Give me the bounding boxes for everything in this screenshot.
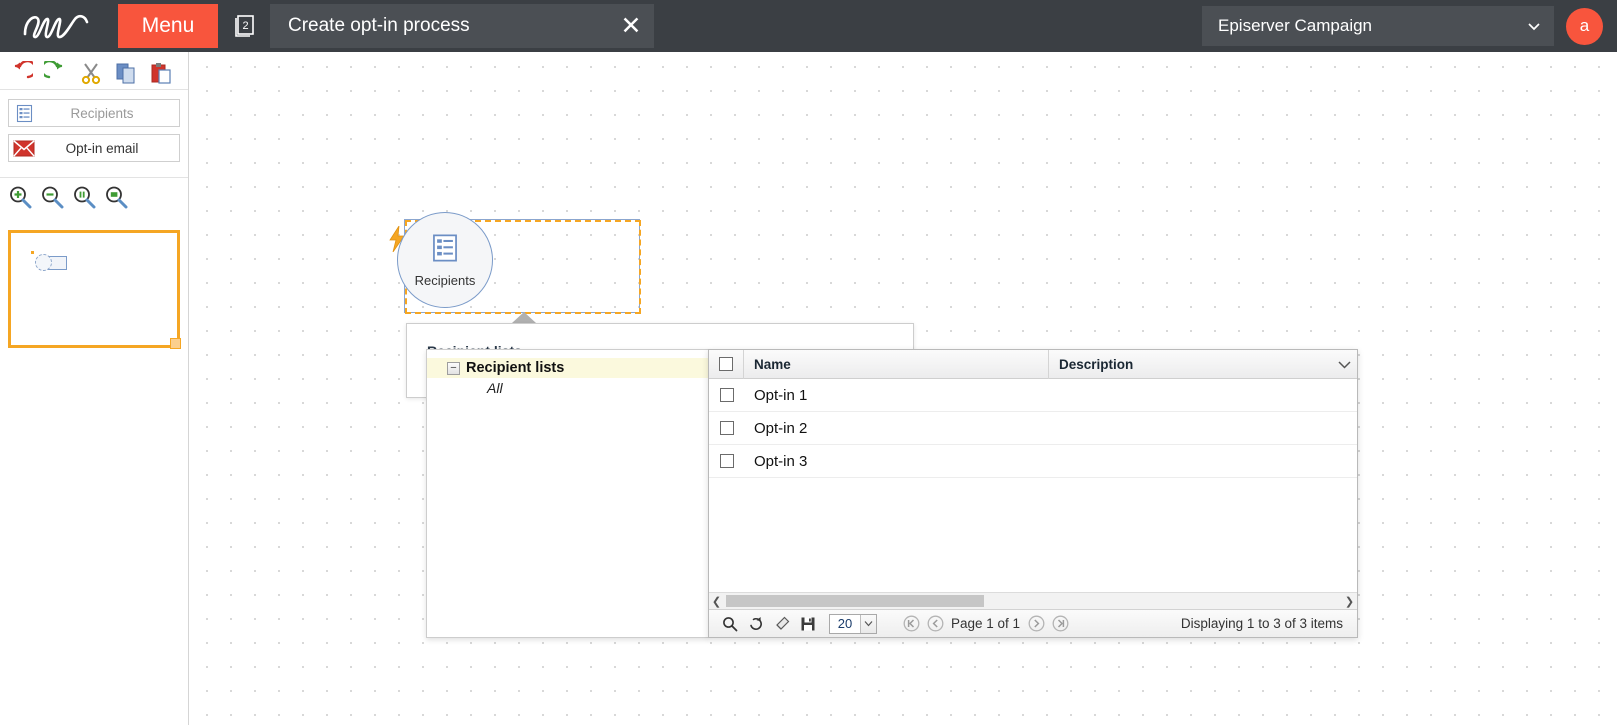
horizontal-scrollbar[interactable]: ❮ ❯ (709, 592, 1357, 609)
tree-node-recipient-lists[interactable]: − Recipient lists (427, 358, 708, 378)
cell-name: Opt-in 1 (754, 386, 808, 404)
chevron-down-icon[interactable] (860, 614, 876, 633)
minimap-bolt-marker (31, 251, 34, 254)
eraser-icon[interactable] (769, 613, 795, 635)
palette-item-optin-email[interactable]: Opt-in email (8, 134, 180, 162)
last-page-icon[interactable] (1048, 613, 1072, 635)
envelope-icon (9, 139, 39, 157)
zoom-out-icon[interactable] (40, 185, 64, 209)
column-header-name[interactable]: Name (744, 349, 1049, 379)
close-icon[interactable]: ✕ (608, 4, 654, 48)
row-select-cell[interactable] (709, 454, 744, 468)
first-page-icon[interactable] (899, 613, 923, 635)
open-tab[interactable]: Create opt-in process ✕ (270, 4, 654, 48)
cut-icon[interactable] (78, 60, 104, 86)
page-size-value: 20 (837, 616, 853, 631)
flow-canvas[interactable]: Recipients Recipient lists − Recipient l… (190, 52, 1617, 725)
paste-icon[interactable] (148, 60, 174, 86)
next-page-icon[interactable] (1024, 613, 1048, 635)
edit-toolbar (0, 52, 188, 90)
cell-name: Opt-in 2 (754, 419, 808, 437)
node-label: Recipients (414, 272, 476, 288)
cell-name: Opt-in 3 (754, 452, 808, 470)
palette-item-recipients[interactable]: Recipients (8, 99, 180, 127)
table-row[interactable]: Opt-in 2 (709, 412, 1357, 445)
minimap-resize-handle[interactable] (170, 338, 181, 349)
row-select-cell[interactable] (709, 388, 744, 402)
tree-expander-icon[interactable]: − (447, 361, 460, 375)
organization-selector[interactable]: Episerver Campaign (1202, 6, 1554, 46)
avatar[interactable]: a (1566, 7, 1603, 45)
row-checkbox[interactable] (719, 454, 734, 468)
zoom-toolbar (0, 177, 188, 215)
menu-button[interactable]: Menu (118, 4, 218, 48)
table-row[interactable]: Opt-in 3 (709, 445, 1357, 478)
node-circle[interactable]: Recipients (397, 212, 493, 308)
minimap-node-circle (35, 254, 52, 271)
chevron-down-icon[interactable] (1338, 350, 1351, 379)
row-checkbox[interactable] (719, 421, 734, 435)
top-bar: Menu 2 Create opt-in process ✕ Episerver… (0, 0, 1617, 52)
scrollbar-thumb[interactable] (726, 595, 984, 607)
chevron-down-icon (1528, 23, 1540, 31)
organization-name: Episerver Campaign (1218, 16, 1373, 35)
display-info: Displaying 1 to 3 of 3 items (1180, 616, 1343, 631)
tab-title: Create opt-in process (288, 15, 470, 36)
grid-body[interactable]: Opt-in 1 Opt-in 2 Opt-in 3 (709, 379, 1357, 592)
grid-header-row: Name Description (709, 349, 1357, 379)
node-palette: Recipients Opt-in email (0, 90, 188, 177)
row-checkbox[interactable] (719, 388, 734, 402)
recipient-lists-tree-panel[interactable]: − Recipient lists All (426, 349, 709, 638)
prev-page-icon[interactable] (923, 613, 947, 635)
left-sidebar: Recipients Opt-in email (0, 52, 189, 725)
chevron-right-icon[interactable]: ❯ (1342, 595, 1357, 608)
zoom-in-icon[interactable] (8, 185, 32, 209)
zoom-fit-icon[interactable] (72, 185, 96, 209)
undo-icon[interactable] (8, 60, 34, 86)
page-label: Page 1 of 1 (951, 616, 1021, 631)
episerver-logo-icon[interactable] (0, 0, 118, 52)
pagination-controls: Page 1 of 1 (899, 613, 1072, 635)
recipient-lists-grid[interactable]: Name Description Opt-in 1 Opt-in 2 Opt-i… (708, 349, 1358, 638)
row-select-cell[interactable] (709, 421, 744, 435)
page-size-selector[interactable]: 20 (829, 613, 877, 634)
redo-icon[interactable] (43, 60, 69, 86)
palette-item-label: Recipients (70, 105, 134, 121)
search-icon[interactable] (717, 613, 743, 635)
recipients-list-icon (9, 104, 39, 123)
zoom-actual-icon[interactable] (104, 185, 128, 209)
chevron-left-icon[interactable]: ❮ (709, 595, 724, 608)
palette-item-label: Opt-in email (65, 140, 139, 156)
refresh-icon[interactable] (743, 613, 769, 635)
flow-node-recipients[interactable]: Recipients (389, 212, 641, 314)
select-all-checkbox[interactable] (719, 357, 733, 371)
table-row[interactable]: Opt-in 1 (709, 379, 1357, 412)
recipients-list-icon (430, 233, 460, 268)
tree-node-all[interactable]: All (427, 380, 708, 396)
grid-footer-toolbar: 20 Page 1 of 1 Displaying 1 to 3 of 3 it… (709, 609, 1357, 637)
svg-text:2: 2 (242, 20, 248, 32)
save-floppy-icon[interactable] (795, 613, 821, 635)
pages-stack-icon[interactable]: 2 (218, 0, 270, 52)
topbar-right-group: Episerver Campaign a (1202, 6, 1617, 46)
copy-icon[interactable] (113, 60, 139, 86)
canvas-minimap[interactable] (8, 230, 181, 349)
popup-caret (512, 312, 536, 323)
select-all-header[interactable] (709, 349, 744, 379)
tree-node-label: Recipient lists (466, 360, 565, 376)
column-header-description[interactable]: Description (1049, 350, 1357, 379)
